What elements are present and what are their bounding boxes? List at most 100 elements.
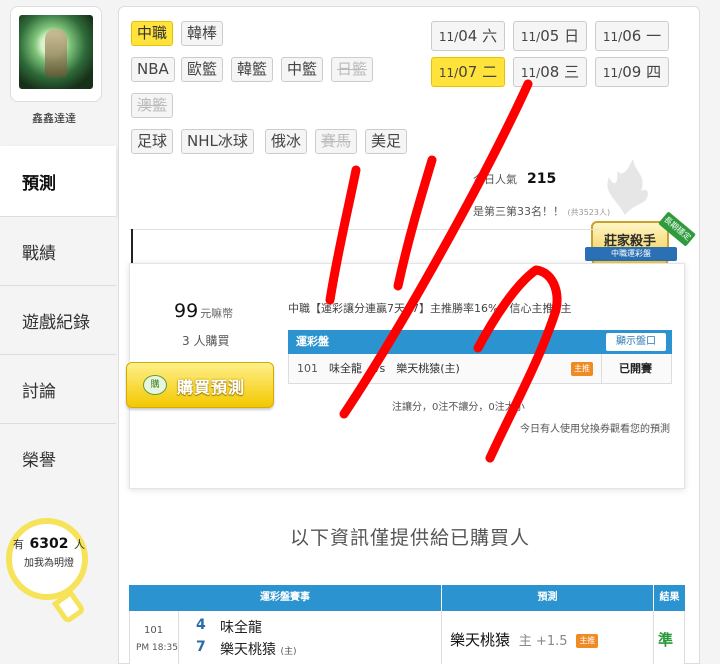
- date-weekday: 二: [482, 63, 498, 81]
- home-team-name: 樂天桃猿: [220, 642, 276, 658]
- date-weekday: 六: [482, 27, 498, 45]
- prediction-table: 運彩盤 顯示盤口 101 味全龍 vs 樂天桃猿(主) 主推 已開賽: [288, 330, 672, 384]
- date-weekday: 日: [564, 27, 580, 45]
- price-value: 99: [174, 300, 199, 322]
- username[interactable]: 鑫鑫達達: [0, 110, 108, 126]
- header-match: 運彩盤賽事: [260, 592, 310, 603]
- date-month: 11/: [438, 66, 459, 80]
- avatar-card[interactable]: [10, 6, 102, 102]
- date-tab-1105[interactable]: 11/05 日: [513, 21, 587, 51]
- results-table: 運彩盤賽事 預測 結果 101 PM 18:35 4 7 味全龍 樂天桃猿 (主…: [129, 585, 685, 664]
- pick-spread-value: +1.5: [535, 634, 568, 649]
- fan-count-suffix: 人: [73, 538, 85, 551]
- prediction-title: 中職【運彩讓分連贏7天17】主推勝率16%，信心主推1主: [288, 302, 572, 315]
- buy-prediction-button[interactable]: 購 購買預測: [126, 362, 274, 408]
- match-id: 101: [144, 625, 164, 636]
- fan-count: 有 6302 人: [12, 536, 86, 552]
- date-day: 07: [458, 63, 478, 81]
- table-row: 101 味全龍 vs 樂天桃猿(主) 主推 已開賽: [288, 354, 672, 384]
- pick-spread: 主 +1.5: [519, 634, 568, 649]
- date-month: 11/: [438, 30, 459, 44]
- date-weekday: 一: [646, 27, 662, 45]
- show-odds-button[interactable]: 顯示盤口: [606, 333, 666, 351]
- pick-side: 主: [518, 634, 532, 649]
- rank-label: 是第三第33名！！: [473, 205, 564, 218]
- fan-count-prefix: 有: [13, 538, 25, 551]
- date-tab-1104[interactable]: 11/04 六: [431, 21, 505, 51]
- match-teams: 味全龍 vs 樂天桃猿(主): [329, 362, 460, 375]
- today-visitors-count: 215: [527, 171, 557, 187]
- date-tab-1109[interactable]: 11/09 四: [595, 57, 669, 87]
- sidebar-item-predict[interactable]: 預測: [0, 146, 116, 216]
- date-weekday: 四: [646, 63, 662, 81]
- result-verdict: 準: [658, 631, 674, 649]
- sport-tab-cpbl[interactable]: 中職: [131, 21, 174, 46]
- date-month: 11/: [520, 30, 541, 44]
- pick-team: 樂天桃猿: [450, 631, 511, 649]
- table-row: 101 PM 18:35 4 7 味全龍 樂天桃猿 (主) 樂天桃猿 主 +1.…: [129, 611, 685, 664]
- sport-tab-euro-basketball[interactable]: 歐籃: [181, 57, 224, 82]
- main-pick-badge: 主推: [576, 633, 599, 648]
- coin-icon: 購: [143, 375, 167, 395]
- sport-tab-horse-racing: 賽馬: [315, 129, 358, 154]
- prediction-note: 注讓分，0注不讓分，0注大小: [392, 402, 525, 413]
- date-month: 11/: [520, 66, 541, 80]
- main-panel: 中職 韓棒 NBA 歐籃 韓籃 中籃 日籃 澳籃 足球 NHL冰球 俄冰 賽馬 …: [118, 6, 700, 664]
- sport-tab-sbl[interactable]: 中籃: [281, 57, 324, 82]
- sport-tab-nhl[interactable]: NHL冰球: [181, 129, 254, 154]
- header-result: 結果: [653, 585, 685, 611]
- price: 99 元嘛幣: [174, 300, 233, 322]
- sport-tab-kbl[interactable]: 韓籃: [231, 57, 274, 82]
- buyer-count: 3 人購買: [182, 334, 230, 348]
- results-table-header: 運彩盤賽事 預測 結果: [129, 585, 685, 611]
- sidebar: 鑫鑫達達 預測 戰績 遊戲紀錄 討論 榮譽 有 6302 人 加我為明燈: [0, 0, 116, 664]
- prediction-pick: 樂天桃猿 主 +1.5 主推: [450, 629, 599, 650]
- sidebar-item-discussion[interactable]: 討論: [0, 354, 116, 423]
- cell-divider: [653, 611, 654, 664]
- home-score: 7: [196, 639, 206, 655]
- match-time: PM 18:35: [136, 643, 178, 653]
- date-tab-1107[interactable]: 11/07 二: [431, 57, 505, 87]
- home-team: 樂天桃猿 (主): [220, 639, 296, 659]
- sidebar-item-honor[interactable]: 榮譽: [0, 423, 116, 492]
- sport-tab-jp-basketball: 日籃: [331, 57, 374, 82]
- date-month: 11/: [602, 66, 623, 80]
- sport-tab-au-basketball: 澳籃: [131, 93, 174, 118]
- follow-label[interactable]: 加我為明燈: [12, 554, 86, 569]
- home-mark: (主): [280, 647, 297, 657]
- buy-prediction-label: 購買預測: [177, 378, 246, 397]
- follow-lightbulb[interactable]: 有 6302 人 加我為明燈: [0, 512, 116, 625]
- sport-tab-nba[interactable]: NBA: [131, 57, 175, 82]
- buyers-only-heading: 以下資訊僅提供給已購買人: [289, 527, 530, 549]
- date-tab-1106[interactable]: 11/06 一: [595, 21, 669, 51]
- cell-divider: [178, 611, 179, 664]
- date-day: 09: [622, 63, 642, 81]
- text-cursor: [131, 229, 133, 263]
- prediction-table-header: 運彩盤 顯示盤口: [288, 330, 672, 354]
- voucher-note: 今日有人使用兌換券觀看您的預測: [520, 424, 670, 435]
- sidebar-item-game-log[interactable]: 遊戲紀錄: [0, 285, 116, 354]
- splash-decoration-icon: [607, 159, 648, 215]
- sport-tab-khl[interactable]: 俄冰: [265, 129, 308, 154]
- today-visitors-label: 今日人氣: [473, 173, 517, 186]
- sidebar-item-record[interactable]: 戰績: [0, 216, 116, 285]
- header-prediction: 預測: [441, 585, 653, 611]
- sport-tab-kbo[interactable]: 韓棒: [181, 21, 224, 46]
- today-visitors: 今日人氣 215: [473, 171, 556, 187]
- cell-divider: [441, 611, 442, 664]
- match-id: 101: [297, 362, 318, 375]
- prediction-table-title: 運彩盤: [296, 335, 329, 348]
- sidebar-nav: 預測 戰績 遊戲紀錄 討論 榮譽: [0, 146, 116, 492]
- avatar[interactable]: [19, 15, 93, 89]
- date-month: 11/: [602, 30, 623, 44]
- date-weekday: 三: [564, 63, 580, 81]
- main-pick-badge: 主推: [571, 362, 593, 376]
- date-day: 05: [540, 27, 560, 45]
- cell-divider: [601, 354, 602, 384]
- date-day: 06: [622, 27, 642, 45]
- divider: [129, 229, 599, 263]
- away-score: 4: [196, 617, 206, 633]
- sport-tab-soccer[interactable]: 足球: [131, 129, 174, 154]
- sport-tab-nfl[interactable]: 美足: [365, 129, 408, 154]
- date-tab-1108[interactable]: 11/08 三: [513, 57, 587, 87]
